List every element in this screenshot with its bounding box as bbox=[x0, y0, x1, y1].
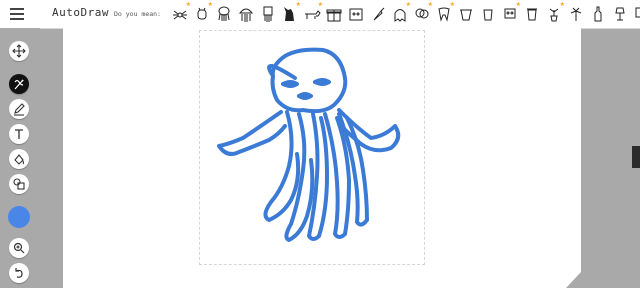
menu-icon[interactable] bbox=[10, 8, 24, 20]
pencil-icon[interactable] bbox=[9, 99, 29, 119]
star-icon: ★ bbox=[405, 1, 411, 8]
app-title: AutoDraw bbox=[52, 6, 109, 19]
gift-icon[interactable] bbox=[324, 4, 344, 24]
star-icon: ★ bbox=[559, 1, 565, 8]
drawing-eye-left bbox=[281, 80, 299, 88]
color-swatch[interactable] bbox=[8, 206, 30, 228]
drawing-arm-left bbox=[217, 110, 287, 156]
robot-icon[interactable]: ★ bbox=[500, 1, 521, 24]
suggestions-label: Do you mean: bbox=[114, 10, 161, 18]
tooth-icon[interactable]: ★ bbox=[434, 1, 455, 24]
drawing-mouth bbox=[297, 92, 313, 100]
squid-icon[interactable] bbox=[258, 4, 278, 24]
toolbar: ✦ bbox=[0, 28, 40, 288]
text-icon[interactable] bbox=[9, 124, 29, 144]
drawing-eye-right bbox=[313, 78, 331, 86]
palm-tree-icon[interactable] bbox=[566, 4, 586, 24]
fill-icon[interactable] bbox=[9, 149, 29, 169]
lamp-icon[interactable] bbox=[610, 4, 630, 24]
ghost-icon[interactable]: ★ bbox=[390, 1, 411, 24]
star-icon: ★ bbox=[317, 1, 323, 8]
star-icon: ★ bbox=[295, 1, 301, 8]
cat-icon[interactable]: ★ bbox=[280, 1, 301, 24]
canvas-corner bbox=[566, 272, 581, 288]
svg-text:✦: ✦ bbox=[21, 78, 25, 83]
star-icon: ★ bbox=[207, 1, 213, 8]
cat-face-icon[interactable] bbox=[346, 4, 366, 24]
star-icon: ★ bbox=[185, 1, 191, 8]
zoom-icon[interactable] bbox=[9, 238, 29, 258]
carrot-icon[interactable] bbox=[368, 4, 388, 24]
bucket-icon[interactable] bbox=[456, 4, 476, 24]
scroll-handle[interactable] bbox=[632, 146, 640, 168]
star-icon: ★ bbox=[515, 1, 521, 8]
easel-icon[interactable] bbox=[632, 4, 640, 24]
jellyfish-icon[interactable] bbox=[236, 4, 256, 24]
spider-icon[interactable]: ★ bbox=[170, 1, 191, 24]
autodraw-icon[interactable]: ✦ bbox=[9, 74, 29, 94]
drawing-head bbox=[267, 47, 348, 114]
move-icon[interactable] bbox=[9, 41, 29, 61]
star-icon: ★ bbox=[449, 1, 455, 8]
cup-icon[interactable] bbox=[478, 4, 498, 24]
undo-icon[interactable] bbox=[9, 263, 29, 283]
potted-plant-icon[interactable]: ★ bbox=[544, 1, 565, 24]
brain-icon[interactable]: ★ bbox=[412, 1, 433, 24]
top-bar: AutoDraw Do you mean: ★ ★ ★ ★ ★ ★ ★ ★ ★ bbox=[0, 0, 640, 29]
trash-can-icon[interactable] bbox=[522, 4, 542, 24]
bottle-icon[interactable] bbox=[588, 4, 608, 24]
octopus-icon[interactable] bbox=[214, 4, 234, 24]
dog-icon[interactable]: ★ bbox=[302, 1, 323, 24]
jellyfish-drawing[interactable] bbox=[199, 30, 425, 265]
star-icon: ★ bbox=[427, 1, 433, 8]
shapes-icon[interactable] bbox=[9, 174, 29, 194]
bug-icon[interactable]: ★ bbox=[192, 1, 213, 24]
